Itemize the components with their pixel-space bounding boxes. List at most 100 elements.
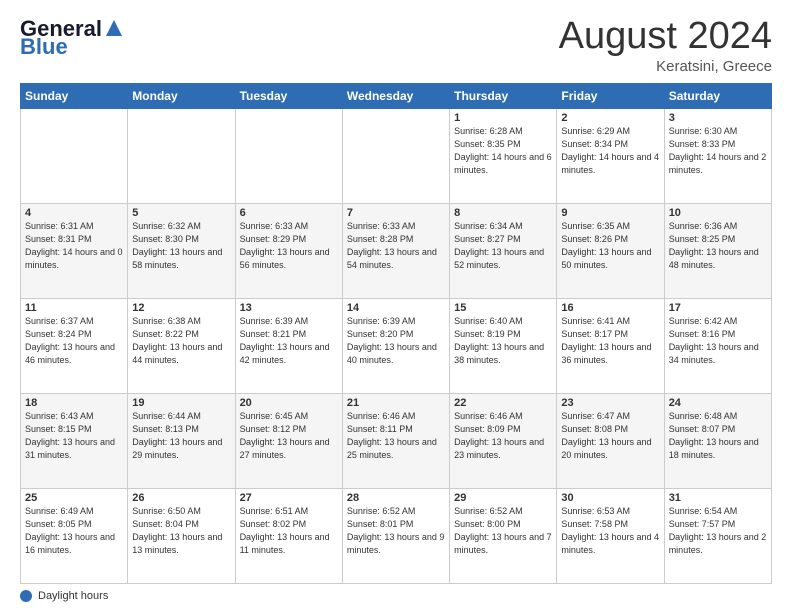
day-info: Sunrise: 6:48 AMSunset: 8:07 PMDaylight:… [669, 410, 767, 462]
day-cell: 30 Sunrise: 6:53 AMSunset: 7:58 PMDaylig… [557, 488, 664, 583]
logo-icon [104, 18, 124, 40]
day-cell: 23 Sunrise: 6:47 AMSunset: 8:08 PMDaylig… [557, 393, 664, 488]
day-number: 12 [132, 302, 230, 314]
day-info: Sunrise: 6:36 AMSunset: 8:25 PMDaylight:… [669, 220, 767, 272]
day-info: Sunrise: 6:46 AMSunset: 8:11 PMDaylight:… [347, 410, 445, 462]
week-row-4: 18 Sunrise: 6:43 AMSunset: 8:15 PMDaylig… [21, 393, 772, 488]
header-row: SundayMondayTuesdayWednesdayThursdayFrid… [21, 83, 772, 108]
day-info: Sunrise: 6:46 AMSunset: 8:09 PMDaylight:… [454, 410, 552, 462]
day-cell: 11 Sunrise: 6:37 AMSunset: 8:24 PMDaylig… [21, 298, 128, 393]
day-number: 25 [25, 492, 123, 504]
day-number: 14 [347, 302, 445, 314]
day-info: Sunrise: 6:35 AMSunset: 8:26 PMDaylight:… [561, 220, 659, 272]
month-title: August 2024 [559, 16, 772, 58]
day-cell: 5 Sunrise: 6:32 AMSunset: 8:30 PMDayligh… [128, 203, 235, 298]
day-number: 29 [454, 492, 552, 504]
day-number: 8 [454, 207, 552, 219]
day-info: Sunrise: 6:33 AMSunset: 8:29 PMDaylight:… [240, 220, 338, 272]
day-number: 2 [561, 112, 659, 124]
day-number: 3 [669, 112, 767, 124]
day-cell: 27 Sunrise: 6:51 AMSunset: 8:02 PMDaylig… [235, 488, 342, 583]
day-info: Sunrise: 6:34 AMSunset: 8:27 PMDaylight:… [454, 220, 552, 272]
day-info: Sunrise: 6:28 AMSunset: 8:35 PMDaylight:… [454, 125, 552, 177]
week-row-5: 25 Sunrise: 6:49 AMSunset: 8:05 PMDaylig… [21, 488, 772, 583]
week-row-1: 1 Sunrise: 6:28 AMSunset: 8:35 PMDayligh… [21, 108, 772, 203]
day-cell: 17 Sunrise: 6:42 AMSunset: 8:16 PMDaylig… [664, 298, 771, 393]
day-header-friday: Friday [557, 83, 664, 108]
day-header-tuesday: Tuesday [235, 83, 342, 108]
day-number: 20 [240, 397, 338, 409]
day-cell: 7 Sunrise: 6:33 AMSunset: 8:28 PMDayligh… [342, 203, 449, 298]
day-info: Sunrise: 6:31 AMSunset: 8:31 PMDaylight:… [25, 220, 123, 272]
day-info: Sunrise: 6:53 AMSunset: 7:58 PMDaylight:… [561, 505, 659, 557]
day-info: Sunrise: 6:52 AMSunset: 8:01 PMDaylight:… [347, 505, 445, 557]
day-number: 17 [669, 302, 767, 314]
day-info: Sunrise: 6:51 AMSunset: 8:02 PMDaylight:… [240, 505, 338, 557]
day-cell: 20 Sunrise: 6:45 AMSunset: 8:12 PMDaylig… [235, 393, 342, 488]
day-number: 18 [25, 397, 123, 409]
day-number: 26 [132, 492, 230, 504]
day-number: 6 [240, 207, 338, 219]
day-cell [235, 108, 342, 203]
day-info: Sunrise: 6:45 AMSunset: 8:12 PMDaylight:… [240, 410, 338, 462]
day-header-monday: Monday [128, 83, 235, 108]
day-cell: 28 Sunrise: 6:52 AMSunset: 8:01 PMDaylig… [342, 488, 449, 583]
day-header-sunday: Sunday [21, 83, 128, 108]
day-cell: 21 Sunrise: 6:46 AMSunset: 8:11 PMDaylig… [342, 393, 449, 488]
day-number: 23 [561, 397, 659, 409]
page: General Blue August 2024 Keratsini, Gree… [0, 0, 792, 612]
day-info: Sunrise: 6:33 AMSunset: 8:28 PMDaylight:… [347, 220, 445, 272]
day-cell: 22 Sunrise: 6:46 AMSunset: 8:09 PMDaylig… [450, 393, 557, 488]
logo-blue: Blue [20, 34, 68, 60]
day-cell: 25 Sunrise: 6:49 AMSunset: 8:05 PMDaylig… [21, 488, 128, 583]
day-cell: 18 Sunrise: 6:43 AMSunset: 8:15 PMDaylig… [21, 393, 128, 488]
day-info: Sunrise: 6:29 AMSunset: 8:34 PMDaylight:… [561, 125, 659, 177]
day-cell: 8 Sunrise: 6:34 AMSunset: 8:27 PMDayligh… [450, 203, 557, 298]
day-cell: 6 Sunrise: 6:33 AMSunset: 8:29 PMDayligh… [235, 203, 342, 298]
day-info: Sunrise: 6:54 AMSunset: 7:57 PMDaylight:… [669, 505, 767, 557]
day-info: Sunrise: 6:52 AMSunset: 8:00 PMDaylight:… [454, 505, 552, 557]
day-cell: 29 Sunrise: 6:52 AMSunset: 8:00 PMDaylig… [450, 488, 557, 583]
day-cell: 2 Sunrise: 6:29 AMSunset: 8:34 PMDayligh… [557, 108, 664, 203]
day-cell: 13 Sunrise: 6:39 AMSunset: 8:21 PMDaylig… [235, 298, 342, 393]
day-info: Sunrise: 6:38 AMSunset: 8:22 PMDaylight:… [132, 315, 230, 367]
day-cell: 31 Sunrise: 6:54 AMSunset: 7:57 PMDaylig… [664, 488, 771, 583]
day-info: Sunrise: 6:50 AMSunset: 8:04 PMDaylight:… [132, 505, 230, 557]
logo: General Blue [20, 16, 126, 60]
header: General Blue August 2024 Keratsini, Gree… [20, 16, 772, 75]
day-number: 9 [561, 207, 659, 219]
day-cell: 16 Sunrise: 6:41 AMSunset: 8:17 PMDaylig… [557, 298, 664, 393]
day-number: 19 [132, 397, 230, 409]
day-info: Sunrise: 6:39 AMSunset: 8:21 PMDaylight:… [240, 315, 338, 367]
day-info: Sunrise: 6:30 AMSunset: 8:33 PMDaylight:… [669, 125, 767, 177]
day-info: Sunrise: 6:37 AMSunset: 8:24 PMDaylight:… [25, 315, 123, 367]
day-number: 30 [561, 492, 659, 504]
day-cell: 1 Sunrise: 6:28 AMSunset: 8:35 PMDayligh… [450, 108, 557, 203]
week-row-3: 11 Sunrise: 6:37 AMSunset: 8:24 PMDaylig… [21, 298, 772, 393]
day-number: 24 [669, 397, 767, 409]
day-cell: 19 Sunrise: 6:44 AMSunset: 8:13 PMDaylig… [128, 393, 235, 488]
title-block: August 2024 Keratsini, Greece [559, 16, 772, 75]
day-cell: 24 Sunrise: 6:48 AMSunset: 8:07 PMDaylig… [664, 393, 771, 488]
day-info: Sunrise: 6:40 AMSunset: 8:19 PMDaylight:… [454, 315, 552, 367]
day-cell: 9 Sunrise: 6:35 AMSunset: 8:26 PMDayligh… [557, 203, 664, 298]
day-cell: 10 Sunrise: 6:36 AMSunset: 8:25 PMDaylig… [664, 203, 771, 298]
day-cell: 4 Sunrise: 6:31 AMSunset: 8:31 PMDayligh… [21, 203, 128, 298]
day-number: 10 [669, 207, 767, 219]
footer-dot [20, 590, 32, 602]
day-info: Sunrise: 6:41 AMSunset: 8:17 PMDaylight:… [561, 315, 659, 367]
day-number: 15 [454, 302, 552, 314]
day-cell [342, 108, 449, 203]
day-cell: 14 Sunrise: 6:39 AMSunset: 8:20 PMDaylig… [342, 298, 449, 393]
day-number: 4 [25, 207, 123, 219]
footer-label: Daylight hours [38, 590, 108, 602]
day-info: Sunrise: 6:47 AMSunset: 8:08 PMDaylight:… [561, 410, 659, 462]
day-cell [128, 108, 235, 203]
day-cell: 15 Sunrise: 6:40 AMSunset: 8:19 PMDaylig… [450, 298, 557, 393]
location: Keratsini, Greece [559, 58, 772, 75]
day-number: 27 [240, 492, 338, 504]
day-header-wednesday: Wednesday [342, 83, 449, 108]
week-row-2: 4 Sunrise: 6:31 AMSunset: 8:31 PMDayligh… [21, 203, 772, 298]
day-info: Sunrise: 6:42 AMSunset: 8:16 PMDaylight:… [669, 315, 767, 367]
day-number: 31 [669, 492, 767, 504]
